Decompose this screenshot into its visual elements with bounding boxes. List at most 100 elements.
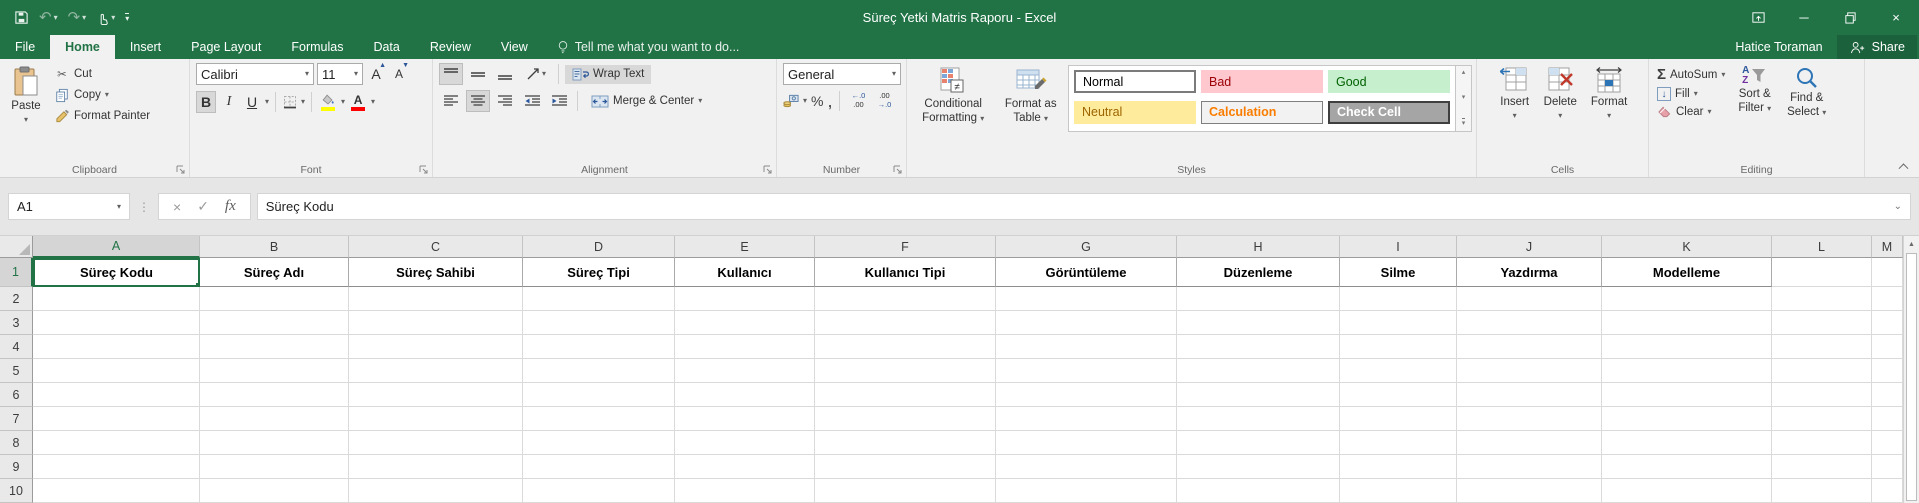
cell-C7[interactable]: [349, 407, 523, 431]
wrap-text-button[interactable]: Wrap Text: [565, 64, 652, 84]
format-painter-button[interactable]: Format Painter: [52, 107, 152, 125]
borders-dropdown[interactable]: ▾: [301, 98, 305, 106]
align-bottom-icon[interactable]: [493, 63, 517, 85]
cell-K6[interactable]: [1602, 383, 1772, 407]
column-header-L[interactable]: L: [1772, 236, 1872, 258]
cell-I2[interactable]: [1340, 287, 1457, 311]
cell-A8[interactable]: [33, 431, 200, 455]
fill-button[interactable]: ↓ Fill ▾: [1655, 86, 1727, 102]
cell-A2[interactable]: [33, 287, 200, 311]
row-header-3[interactable]: 3: [0, 311, 33, 335]
cell-J1[interactable]: Yazdırma: [1457, 258, 1602, 287]
column-header-E[interactable]: E: [675, 236, 815, 258]
column-header-C[interactable]: C: [349, 236, 523, 258]
cell-C10[interactable]: [349, 479, 523, 503]
cell-D6[interactable]: [523, 383, 675, 407]
cell-B4[interactable]: [200, 335, 349, 359]
accounting-dropdown[interactable]: ▾: [803, 97, 807, 105]
cell-L2[interactable]: [1772, 287, 1872, 311]
cell-A9[interactable]: [33, 455, 200, 479]
increase-indent-icon[interactable]: [547, 90, 571, 112]
cell-J9[interactable]: [1457, 455, 1602, 479]
cell-L6[interactable]: [1772, 383, 1872, 407]
cell-G1[interactable]: Görüntüleme: [996, 258, 1177, 287]
gallery-scrollbar[interactable]: ▴ ▾ ▾: [1456, 65, 1472, 132]
cell-H1[interactable]: Düzenleme: [1177, 258, 1340, 287]
cut-button[interactable]: ✂ Cut: [52, 65, 152, 83]
cell-H2[interactable]: [1177, 287, 1340, 311]
cell-D3[interactable]: [523, 311, 675, 335]
tab-formulas[interactable]: Formulas: [276, 35, 358, 59]
cell-C9[interactable]: [349, 455, 523, 479]
cell-G8[interactable]: [996, 431, 1177, 455]
cell-style-check-cell[interactable]: Check Cell: [1328, 100, 1450, 124]
cell-L10[interactable]: [1772, 479, 1872, 503]
cell-M7[interactable]: [1872, 407, 1903, 431]
underline-button[interactable]: U: [242, 91, 262, 113]
cell-E5[interactable]: [675, 359, 815, 383]
vertical-scrollbar[interactable]: ▲: [1903, 236, 1919, 503]
clipboard-dialog-launcher[interactable]: [176, 165, 186, 175]
underline-dropdown[interactable]: ▾: [265, 98, 269, 106]
cell-L5[interactable]: [1772, 359, 1872, 383]
cell-E10[interactable]: [675, 479, 815, 503]
font-name-select[interactable]: Calibri ▾: [196, 63, 314, 85]
cell-A5[interactable]: [33, 359, 200, 383]
cell-G10[interactable]: [996, 479, 1177, 503]
cell-K1[interactable]: Modelleme: [1602, 258, 1772, 287]
cell-D9[interactable]: [523, 455, 675, 479]
cell-L7[interactable]: [1772, 407, 1872, 431]
cell-K7[interactable]: [1602, 407, 1772, 431]
cell-F4[interactable]: [815, 335, 996, 359]
cell-A7[interactable]: [33, 407, 200, 431]
cell-J2[interactable]: [1457, 287, 1602, 311]
cell-G7[interactable]: [996, 407, 1177, 431]
cell-D1[interactable]: Süreç Tipi: [523, 258, 675, 287]
cell-H10[interactable]: [1177, 479, 1340, 503]
touch-mode-icon[interactable]: ▾: [96, 11, 115, 25]
cell-B10[interactable]: [200, 479, 349, 503]
cell-L4[interactable]: [1772, 335, 1872, 359]
cell-H8[interactable]: [1177, 431, 1340, 455]
cell-A6[interactable]: [33, 383, 200, 407]
cell-L3[interactable]: [1772, 311, 1872, 335]
cell-J4[interactable]: [1457, 335, 1602, 359]
conditional-formatting-button[interactable]: ≠ Conditional Formatting ▾: [913, 63, 993, 129]
cell-I10[interactable]: [1340, 479, 1457, 503]
scroll-up-icon[interactable]: ▲: [1904, 236, 1919, 253]
cell-F6[interactable]: [815, 383, 996, 407]
row-header-1[interactable]: 1: [0, 258, 33, 287]
tab-view[interactable]: View: [486, 35, 543, 59]
cell-H4[interactable]: [1177, 335, 1340, 359]
insert-function-icon[interactable]: fx: [225, 198, 236, 215]
cell-K8[interactable]: [1602, 431, 1772, 455]
sort-filter-button[interactable]: AZ Sort & Filter ▾: [1733, 63, 1776, 161]
cell-M6[interactable]: [1872, 383, 1903, 407]
cell-G3[interactable]: [996, 311, 1177, 335]
cell-J3[interactable]: [1457, 311, 1602, 335]
align-top-icon[interactable]: [439, 63, 463, 85]
column-header-F[interactable]: F: [815, 236, 996, 258]
name-box-dropdown[interactable]: ▾: [117, 202, 121, 211]
column-header-J[interactable]: J: [1457, 236, 1602, 258]
cell-G6[interactable]: [996, 383, 1177, 407]
increase-decimal-icon[interactable]: ←.0.00: [847, 92, 869, 109]
cell-I7[interactable]: [1340, 407, 1457, 431]
fill-color-dropdown[interactable]: ▾: [341, 98, 345, 106]
cell-E9[interactable]: [675, 455, 815, 479]
cell-A3[interactable]: [33, 311, 200, 335]
copy-button[interactable]: Copy ▾: [52, 86, 152, 104]
restore-icon[interactable]: [1827, 0, 1873, 35]
clear-button[interactable]: Clear ▾: [1655, 104, 1727, 119]
cell-F9[interactable]: [815, 455, 996, 479]
accounting-format-icon[interactable]: [783, 93, 799, 109]
minimize-icon[interactable]: ─: [1781, 0, 1827, 35]
tab-home[interactable]: Home: [50, 35, 115, 59]
select-all-corner[interactable]: [0, 236, 33, 258]
cell-B7[interactable]: [200, 407, 349, 431]
cell-I3[interactable]: [1340, 311, 1457, 335]
cell-E8[interactable]: [675, 431, 815, 455]
align-center-icon[interactable]: [466, 90, 490, 112]
cell-D8[interactable]: [523, 431, 675, 455]
cell-E3[interactable]: [675, 311, 815, 335]
